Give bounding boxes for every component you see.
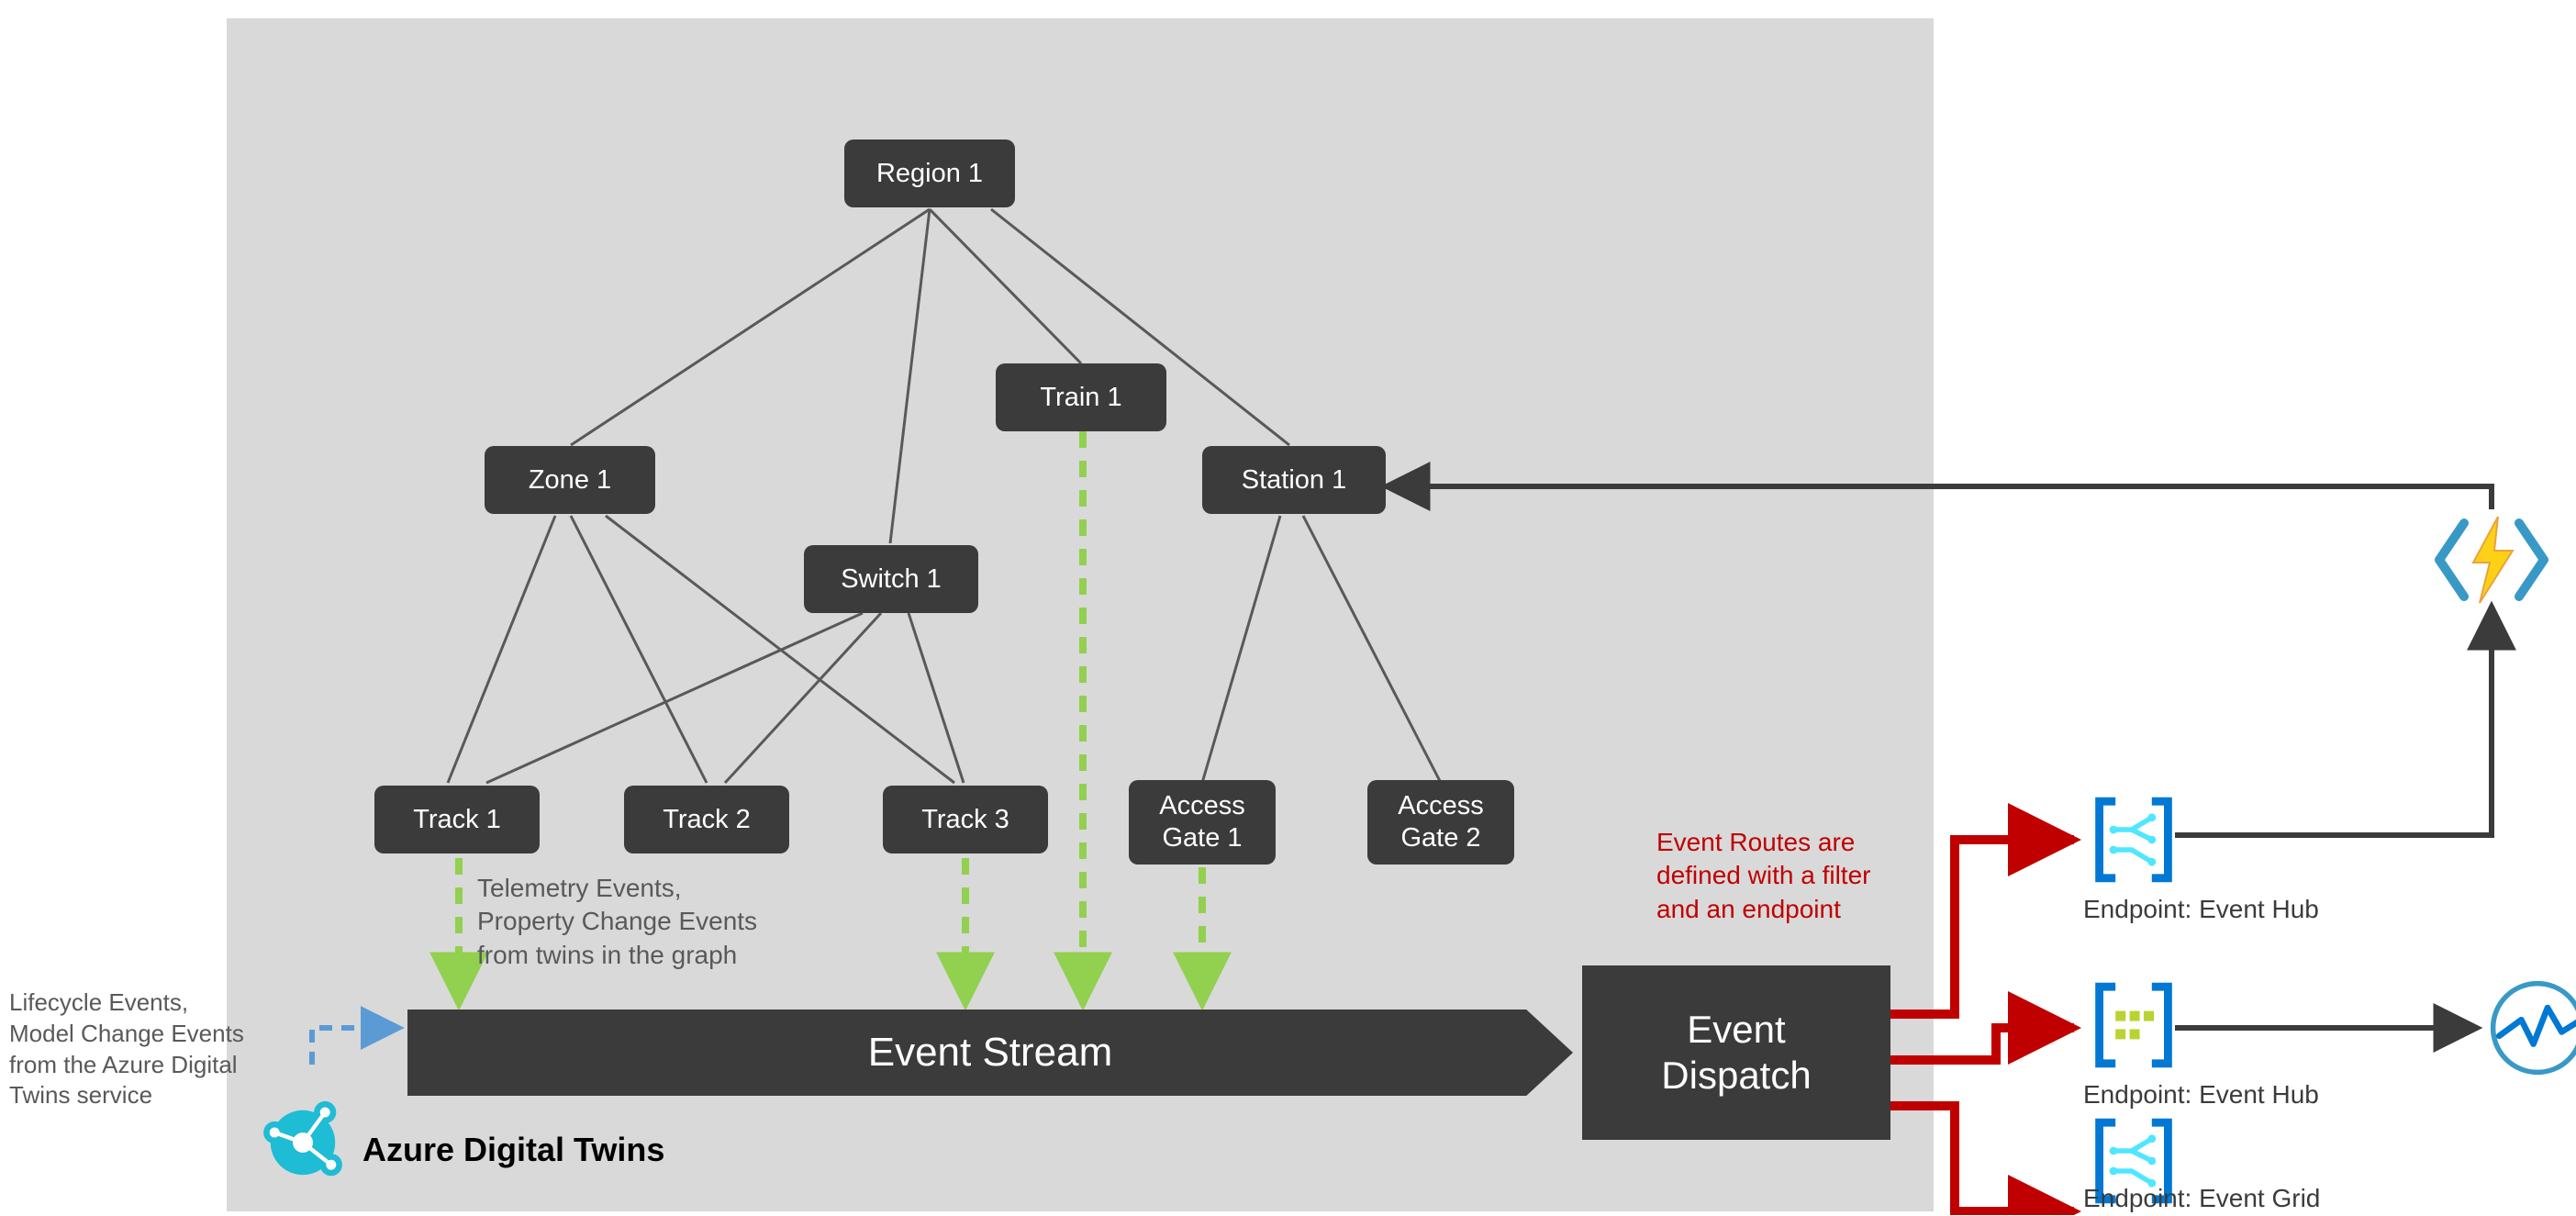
node-train1: Train 1: [996, 363, 1166, 431]
lifecycle-events-label: Lifecycle Events, Model Change Events fr…: [9, 987, 284, 1111]
node-zone1: Zone 1: [485, 446, 655, 514]
event-stream-label: Event Stream: [868, 1030, 1113, 1076]
diagram-canvas: Region 1 Zone 1 Train 1 Station 1 Switch…: [0, 0, 2576, 1215]
event-dispatch-label: Event Dispatch: [1661, 1007, 1811, 1099]
node-station1: Station 1: [1202, 446, 1386, 514]
node-track1: Track 1: [374, 786, 540, 853]
node-track2: Track 2: [624, 786, 789, 853]
azure-digital-twins-title: Azure Digital Twins: [362, 1131, 664, 1169]
azure-function-icon: [2432, 509, 2551, 610]
azure-digital-twins-icon: [252, 1092, 353, 1193]
node-label: Access Gate 1: [1159, 790, 1244, 854]
node-label: Train 1: [1040, 382, 1121, 414]
node-region1: Region 1: [844, 139, 1015, 207]
node-label: Track 3: [921, 804, 1009, 836]
telemetry-events-label: Telemetry Events, Property Change Events…: [477, 872, 863, 972]
node-switch1: Switch 1: [804, 545, 978, 613]
endpoint-event-grid-label-visible: Endpoint: Event Grid: [2083, 1184, 2320, 1213]
event-hub-icon-1: [2083, 789, 2184, 890]
event-routes-label: Event Routes are defined with a filter a…: [1656, 826, 1968, 926]
node-label: Switch 1: [841, 563, 942, 596]
event-stream-bar: Event Stream: [407, 1010, 1573, 1096]
node-label: Region 1: [876, 158, 983, 190]
node-label: Access Gate 2: [1398, 790, 1483, 854]
node-access-gate2: Access Gate 2: [1367, 780, 1514, 865]
node-label: Track 1: [413, 804, 501, 836]
time-series-insights-icon: [2487, 977, 2576, 1078]
event-dispatch-box: Event Dispatch: [1582, 965, 1890, 1140]
node-access-gate1: Access Gate 1: [1129, 780, 1276, 865]
node-track3: Track 3: [883, 786, 1048, 853]
node-label: Station 1: [1242, 464, 1346, 496]
node-label: Zone 1: [529, 464, 611, 496]
event-hub-icon-2: [2083, 975, 2184, 1076]
node-label: Track 2: [663, 804, 751, 836]
endpoint-event-hub-2-label: Endpoint: Event Hub: [2083, 1080, 2319, 1110]
endpoint-event-hub-1-label: Endpoint: Event Hub: [2083, 895, 2319, 924]
